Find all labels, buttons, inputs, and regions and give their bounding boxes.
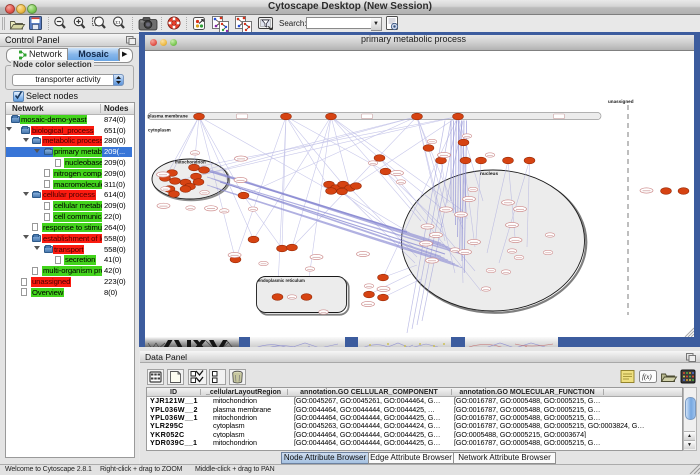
svg-text:endoplasmic reticulum: endoplasmic reticulum bbox=[258, 278, 305, 283]
svg-text:mitochondrion: mitochondrion bbox=[175, 159, 206, 164]
svg-text:plasma membrane: plasma membrane bbox=[148, 114, 189, 119]
svg-text:1:1: 1:1 bbox=[115, 20, 120, 24]
svg-text:nucleus: nucleus bbox=[480, 171, 498, 177]
svg-text:unassigned: unassigned bbox=[608, 99, 634, 104]
svg-text:cytoplasm: cytoplasm bbox=[148, 127, 171, 132]
svg-text:f(x): f(x) bbox=[642, 373, 652, 381]
